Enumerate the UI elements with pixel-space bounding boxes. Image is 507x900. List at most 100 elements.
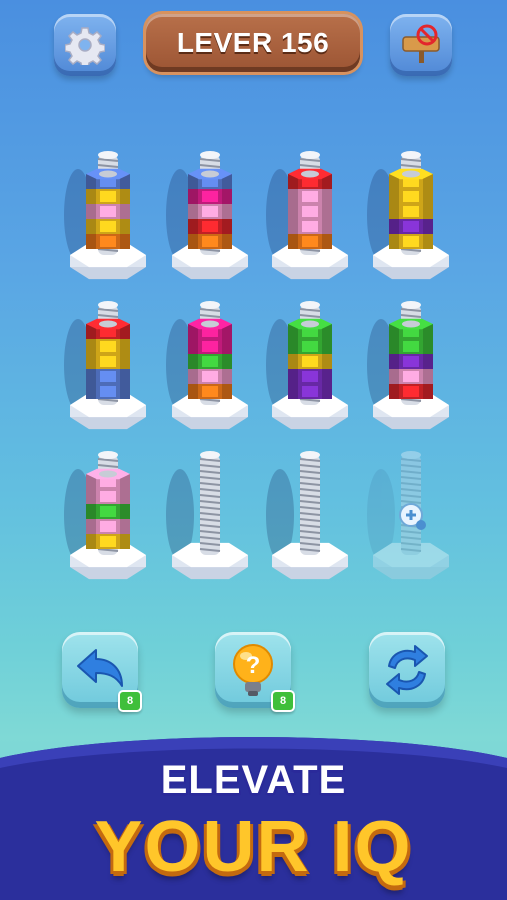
nut-face-front <box>302 221 318 232</box>
bolt-pole[interactable] <box>64 151 146 280</box>
nut-hole <box>99 320 117 328</box>
screw-tip <box>300 451 320 459</box>
nut-yellow <box>389 189 433 204</box>
nut-face-right <box>423 354 433 369</box>
nut-face-right <box>222 339 232 354</box>
nut-face-front <box>100 506 116 517</box>
nut-face-front <box>100 491 116 502</box>
nut-yellow <box>86 339 130 354</box>
nut-orange <box>188 384 232 399</box>
nut-face-front <box>202 221 218 232</box>
nut-face-left <box>288 339 298 354</box>
nut-face-right <box>120 234 130 249</box>
screw-tip <box>401 301 421 309</box>
nut-face-left <box>86 504 96 519</box>
bolt-pole[interactable] <box>367 151 449 280</box>
screw-tip <box>401 451 421 459</box>
nut-face-right <box>423 234 433 249</box>
nut-face-left <box>86 519 96 534</box>
screw-tip <box>401 151 421 159</box>
nut-face-right <box>222 189 232 204</box>
nut-orange <box>188 234 232 249</box>
nut-face-right <box>222 234 232 249</box>
nut-face-front <box>100 191 116 202</box>
nut-face-left <box>86 384 96 399</box>
screw-tip <box>98 151 118 159</box>
bolt-pole[interactable] <box>166 451 248 580</box>
nut-face-right <box>322 234 332 249</box>
nut-face-right <box>423 369 433 384</box>
nut-face-left <box>389 219 399 234</box>
nut-face-right <box>120 504 130 519</box>
nut-face-right <box>322 354 332 369</box>
nut-pink <box>86 519 130 534</box>
nut-face-left <box>389 204 399 219</box>
nut-face-right <box>120 519 130 534</box>
nut-pink <box>86 489 130 504</box>
nut-pink <box>389 369 433 384</box>
nut-orange <box>288 234 332 249</box>
nut-face-front <box>302 356 318 367</box>
nut-face-front <box>202 206 218 217</box>
nut-face-front <box>202 356 218 367</box>
bolt-pole[interactable] <box>266 151 348 280</box>
screw-shaft <box>200 455 220 555</box>
tagline-line2: YOUR IQ <box>94 807 413 887</box>
nut-face-front <box>100 536 116 547</box>
hint-button[interactable]: ? 8 <box>215 632 295 712</box>
bolt-pole[interactable] <box>64 301 146 430</box>
nut-yellow <box>86 534 130 549</box>
nut-face-front <box>100 221 116 232</box>
nut-face-front <box>202 386 218 397</box>
nut-face-right <box>120 189 130 204</box>
nut-face-right <box>322 339 332 354</box>
nut-pink <box>188 369 232 384</box>
nut-orange <box>86 234 130 249</box>
nut-hole <box>99 470 117 478</box>
nut-hole <box>402 320 420 328</box>
nut-face-front <box>302 236 318 247</box>
bolt-pole[interactable] <box>266 301 348 430</box>
nut-hole <box>301 170 319 178</box>
screw-tip <box>200 301 220 309</box>
nut-face-right <box>120 489 130 504</box>
nut-face-front <box>202 341 218 352</box>
nut-face-left <box>86 534 96 549</box>
bolt-pole[interactable] <box>266 451 348 580</box>
nut-yellow <box>86 189 130 204</box>
nut-face-right <box>322 189 332 204</box>
nut-face-right <box>120 384 130 399</box>
nut-hole <box>201 320 219 328</box>
nut-purple <box>389 219 433 234</box>
nut-face-front <box>403 221 419 232</box>
nut-blue <box>86 369 130 384</box>
plus-v <box>409 510 413 520</box>
bolt-pole[interactable] <box>367 301 449 430</box>
nut-face-left <box>188 354 198 369</box>
nut-hole <box>301 320 319 328</box>
nut-face-front <box>100 386 116 397</box>
nut-yellow <box>86 354 130 369</box>
nut-face-right <box>222 204 232 219</box>
nut-face-front <box>302 341 318 352</box>
undo-button[interactable]: 8 <box>62 632 142 712</box>
nut-red <box>389 384 433 399</box>
tagline-line1: ELEVATE <box>160 758 347 802</box>
nut-face-left <box>389 234 399 249</box>
nut-purple <box>288 369 332 384</box>
screw-tip <box>98 301 118 309</box>
nut-hole <box>201 170 219 178</box>
nut-face-right <box>423 189 433 204</box>
nut-face-left <box>86 234 96 249</box>
nut-green <box>288 339 332 354</box>
bolt-pole[interactable] <box>166 301 248 430</box>
shuffle-button[interactable] <box>369 632 445 708</box>
nut-face-front <box>302 191 318 202</box>
bolt-pole[interactable] <box>64 451 146 580</box>
nut-face-right <box>120 339 130 354</box>
nut-face-front <box>100 356 116 367</box>
nut-pink <box>188 204 232 219</box>
nut-pink <box>86 204 130 219</box>
bolt-pole[interactable] <box>166 151 248 280</box>
nut-face-right <box>120 204 130 219</box>
